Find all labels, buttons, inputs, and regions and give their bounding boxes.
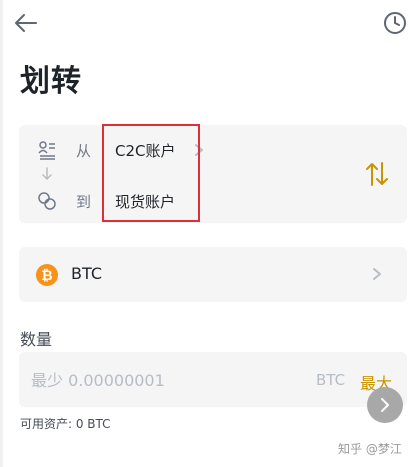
arrow-down-icon — [42, 167, 52, 180]
watermark: 知乎 @梦江 — [338, 442, 402, 456]
coin-symbol: BTC — [71, 264, 102, 283]
transfer-card: 从 C2C账户 到 现货账户 — [19, 124, 407, 223]
highlight-annotation-box — [102, 124, 200, 222]
available-balance: 可用资产: 0 BTC — [20, 417, 111, 431]
page-title: 划转 — [20, 64, 82, 99]
exchange-icon — [38, 192, 56, 210]
to-prefix: 到 — [76, 193, 92, 211]
top-bar — [0, 0, 419, 46]
amount-field: BTC 最大 — [19, 352, 407, 407]
swap-icon — [366, 162, 388, 186]
arrow-left-icon — [15, 14, 37, 32]
from-prefix: 从 — [76, 142, 92, 160]
left-edge-divider — [0, 0, 3, 467]
chevron-right-icon — [381, 398, 389, 412]
back-button[interactable] — [10, 8, 42, 38]
chevron-right-icon — [373, 268, 381, 280]
swap-button[interactable] — [362, 159, 392, 189]
from-account-row[interactable]: 从 C2C账户 — [19, 135, 407, 165]
next-button[interactable] — [367, 387, 403, 423]
account-icon — [38, 141, 55, 160]
amount-input[interactable] — [31, 368, 301, 392]
coin-selector[interactable]: ₿ BTC — [19, 247, 407, 302]
amount-label: 数量 — [20, 330, 53, 349]
amount-unit: BTC — [316, 371, 346, 389]
clock-history-icon — [384, 12, 406, 34]
to-account-row[interactable]: 到 现货账户 — [19, 186, 407, 216]
bitcoin-icon: ₿ — [36, 264, 58, 286]
history-button[interactable] — [380, 8, 410, 38]
